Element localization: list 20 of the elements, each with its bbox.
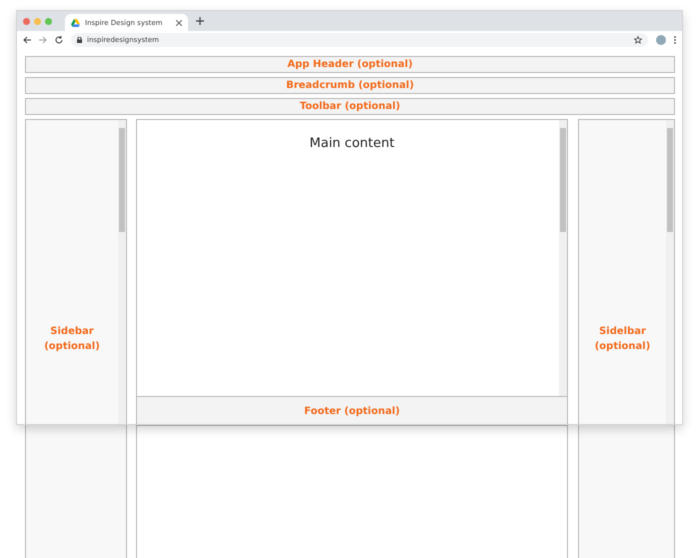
main-content-title: Main content [310, 136, 394, 152]
forward-icon[interactable] [39, 36, 47, 44]
region-label: Sidelbar (optional) [594, 325, 652, 354]
close-icon[interactable] [176, 20, 182, 26]
triangle-logo-icon [71, 18, 80, 26]
region-label: Breadcrumb (optional) [286, 80, 414, 91]
region-label: Toolbar (optional) [300, 101, 400, 112]
star-icon[interactable] [634, 36, 642, 44]
region-label: App Header (optional) [287, 59, 413, 70]
back-icon[interactable] [23, 36, 31, 44]
avatar[interactable] [656, 34, 666, 44]
lock-icon [77, 36, 82, 42]
maximize-icon[interactable] [45, 18, 52, 24]
scrollbar[interactable] [559, 120, 567, 396]
scrollbar[interactable] [666, 120, 674, 426]
new-tab-icon[interactable] [196, 17, 204, 25]
region-label: Sidebar (optional) [43, 325, 101, 354]
region-label: Footer (optional) [304, 406, 400, 416]
reload-icon[interactable] [55, 36, 63, 44]
scrollbar[interactable] [118, 120, 126, 426]
